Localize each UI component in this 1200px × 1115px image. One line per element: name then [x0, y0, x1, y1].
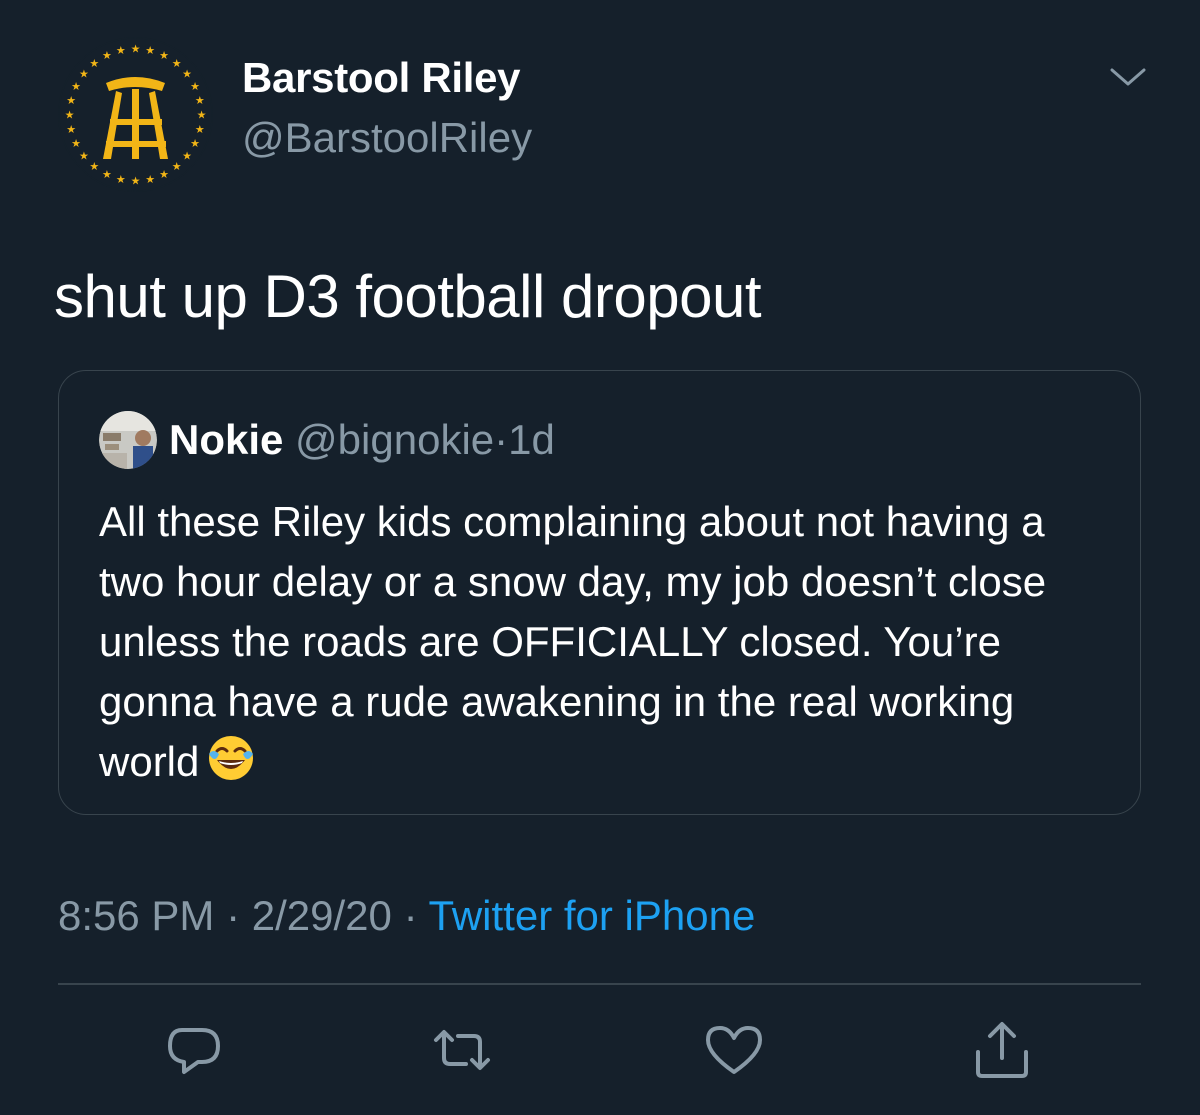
logo-star-icon: ★: [197, 109, 207, 122]
like-button[interactable]: [702, 1018, 766, 1082]
logo-star-icon: ★: [131, 175, 141, 188]
reply-icon: [168, 1028, 220, 1074]
quoted-tweet-header: Nokie @bignokie·1d: [169, 415, 555, 465]
logo-star-icon: ★: [102, 49, 112, 62]
separator-dot: ·: [403, 892, 418, 939]
tweet-meta: 8:56 PM · 2/29/20 · Twitter for iPhone: [58, 890, 755, 942]
reply-button[interactable]: [162, 1018, 226, 1082]
logo-star-icon: ★: [145, 44, 155, 57]
quoted-tweet-time: 1d: [508, 416, 555, 463]
retweet-icon: [434, 1030, 490, 1070]
logo-star-icon: ★: [159, 168, 169, 181]
logo-star-icon: ★: [159, 49, 169, 62]
logo-star-icon: ★: [145, 173, 155, 186]
heart-icon: [706, 1026, 762, 1074]
logo-star-icon: ★: [66, 123, 76, 136]
logo-star-icon: ★: [116, 173, 126, 186]
logo-star-icon: ★: [102, 168, 112, 181]
quoted-tweet-card[interactable]: Nokie @bignokie·1d All these Riley kids …: [58, 370, 1141, 815]
user-photo-icon: [99, 411, 157, 469]
tweet-source-link[interactable]: Twitter for iPhone: [429, 892, 756, 939]
barstool-logo-icon: ★★★★★★★★★★★★★★★★★★★★ ★ ★ ★ ★★★★★: [59, 38, 212, 191]
logo-star-icon: ★: [195, 94, 205, 107]
author-handle[interactable]: @BarstoolRiley: [242, 112, 532, 164]
share-icon: [976, 1022, 1028, 1078]
logo-star-icon: ★: [182, 67, 192, 80]
divider: [58, 983, 1141, 985]
author-display-name[interactable]: Barstool Riley: [242, 52, 521, 104]
face-with-tears-of-joy-icon: [205, 732, 257, 784]
quoted-author-handle[interactable]: @bignokie: [295, 416, 494, 463]
logo-star-icon: ★: [79, 150, 89, 163]
logo-star-icon: ★: [195, 123, 205, 136]
quoted-tweet-text: All these Riley kids complaining about n…: [99, 492, 1109, 792]
logo-star-icon: ★: [190, 80, 200, 93]
share-button[interactable]: [970, 1018, 1034, 1082]
logo-star-icon: ★: [172, 57, 182, 70]
tweet-time: 8:56 PM: [58, 892, 215, 939]
logo-star-icon: ★: [131, 43, 141, 56]
separator-dot: ·: [494, 416, 509, 463]
logo-star-icon: ★: [172, 160, 182, 173]
logo-star-icon: ★: [182, 150, 192, 163]
tweet-detail: ★ ★ ★ ★ ★ ★ ★ ★ ★ ★ ★ ★ ★ ★ ★ ★ ★ ★ ★ ★ ★ ★ ★ ★ ★ ★ ★ ★ Barstool Ri…: [0, 0, 1200, 1115]
logo-star-icon: ★: [190, 137, 200, 150]
quoted-author-name[interactable]: Nokie: [169, 416, 283, 463]
logo-star-icon: ★: [89, 160, 99, 173]
retweet-button[interactable]: [430, 1018, 494, 1082]
logo-star-icon: ★: [116, 44, 126, 57]
author-avatar[interactable]: ★ ★ ★ ★ ★ ★ ★ ★ ★ ★ ★ ★ ★ ★ ★ ★ ★ ★ ★ ★ ★ ★ ★ ★ ★ ★ ★ ★: [58, 37, 213, 192]
quoted-author-avatar[interactable]: [99, 411, 157, 469]
logo-star-icon: ★: [66, 94, 76, 107]
logo-star-icon: ★: [71, 80, 81, 93]
logo-star-icon: ★: [65, 109, 75, 122]
logo-star-icon: ★: [71, 137, 81, 150]
logo-star-icon: ★: [89, 57, 99, 70]
chevron-down-icon[interactable]: [1108, 62, 1148, 92]
separator-dot: ·: [226, 892, 241, 939]
tweet-text: shut up D3 football dropout: [54, 263, 762, 330]
tweet-date: 2/29/20: [251, 892, 392, 939]
logo-star-icon: ★: [79, 67, 89, 80]
